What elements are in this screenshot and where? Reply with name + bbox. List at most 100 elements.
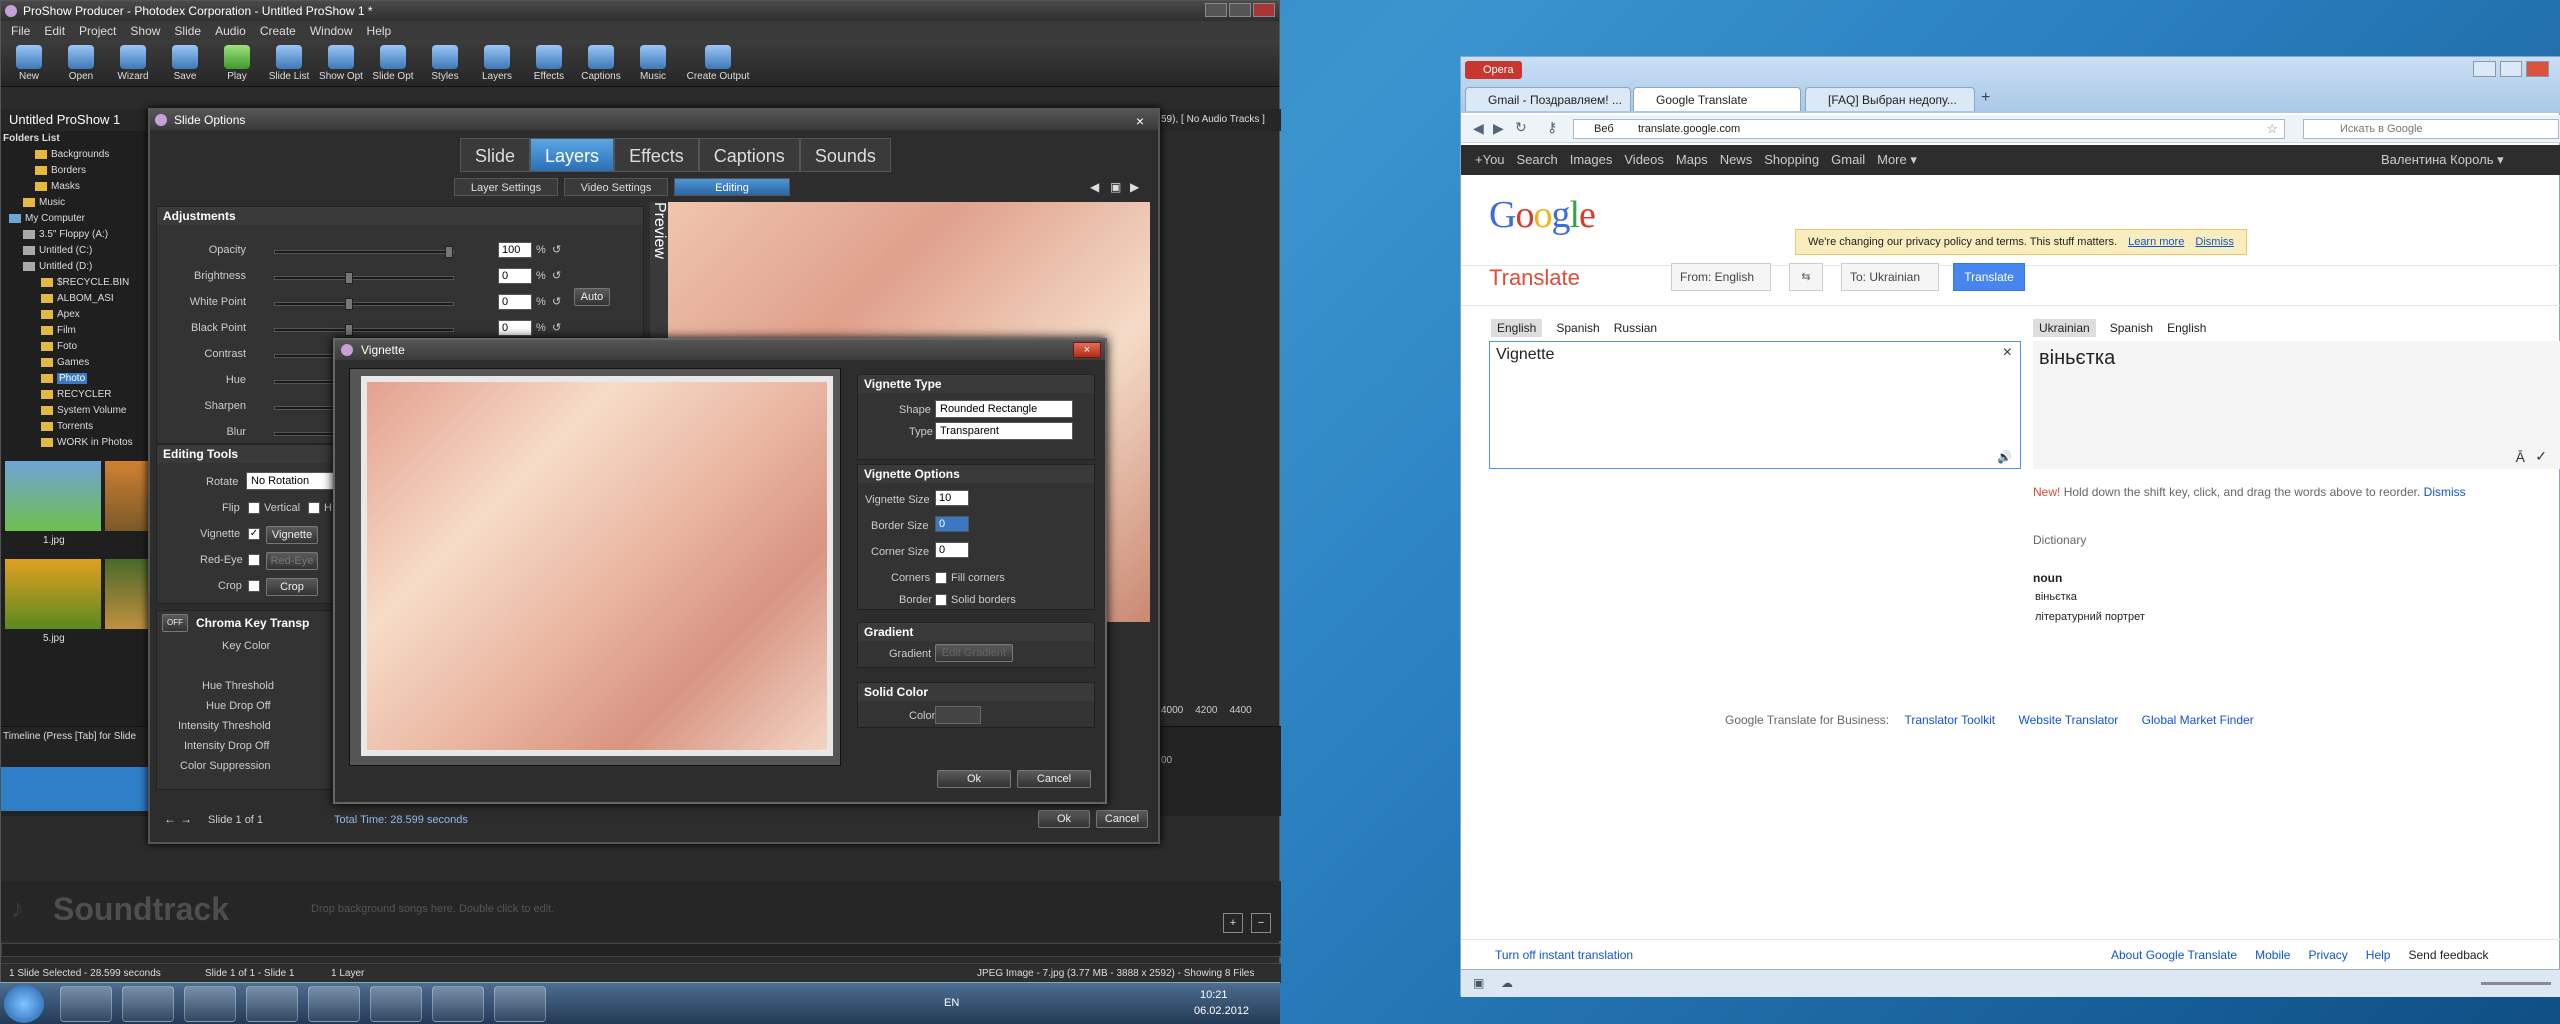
gbar-you[interactable]: +You [1475, 145, 1505, 175]
slide-list-button[interactable]: Slide List [267, 45, 311, 82]
folder-item[interactable]: ALBOM_ASI [41, 291, 150, 307]
subtab-editing[interactable]: Editing [674, 178, 790, 196]
subtab-video-settings[interactable]: Video Settings [564, 178, 668, 196]
folder-item[interactable]: Apex [41, 307, 150, 323]
menu-window[interactable]: Window [310, 21, 353, 41]
folder-item[interactable]: System Volume [41, 403, 150, 419]
menu-audio[interactable]: Audio [215, 21, 246, 41]
crop-button[interactable]: Crop [266, 578, 318, 596]
play-button[interactable]: Play [215, 45, 259, 82]
slider-knob[interactable] [345, 324, 353, 336]
vignette-cancel-button[interactable]: Cancel [1017, 770, 1091, 788]
create-output-button[interactable]: Create Output [683, 45, 753, 82]
soundtrack-area[interactable]: ♪ Soundtrack Drop background songs here.… [1, 881, 1281, 941]
app-taskbar-icon[interactable] [494, 986, 546, 1022]
adjust-slider[interactable] [274, 272, 454, 284]
remove-icon[interactable]: − [1251, 913, 1271, 933]
layout-icon[interactable]: ▣ [1110, 180, 1121, 194]
vignette-ok-button[interactable]: Ok [937, 770, 1011, 788]
speaker-icon[interactable]: 🔊 [1997, 450, 2012, 464]
folder-item[interactable]: Torrents [41, 419, 150, 435]
menu-edit[interactable]: Edit [44, 21, 65, 41]
reset-icon[interactable]: ↺ [552, 321, 561, 334]
send-feedback-button[interactable]: Send feedback [2408, 948, 2488, 962]
gbar-search[interactable]: Search [1517, 145, 1558, 175]
thumbnail-image[interactable] [105, 461, 151, 531]
save-button[interactable]: Save [163, 45, 207, 82]
chroma-toggle[interactable]: OFF [162, 614, 188, 632]
forward-icon[interactable]: ▶ [1493, 120, 1504, 137]
tab-sounds[interactable]: Sounds [799, 138, 891, 172]
dismiss-link[interactable]: Dismiss [2195, 236, 2234, 248]
tab-layers[interactable]: Layers [530, 138, 615, 172]
global-market-finder-link[interactable]: Global Market Finder [2142, 713, 2254, 727]
folder-item[interactable]: Borders [35, 163, 150, 179]
gbar-gmail[interactable]: Gmail [1831, 145, 1865, 175]
dst-lang-spanish[interactable]: Spanish [2110, 319, 2153, 337]
folder-item[interactable]: RECYCLER [41, 387, 150, 403]
thumbnail-image[interactable] [105, 559, 151, 629]
next-arrow-icon[interactable]: ▶ [1130, 180, 1139, 194]
vignette-size-input[interactable]: 10 [935, 490, 969, 506]
ok-button[interactable]: Ok [1038, 810, 1090, 828]
slider-knob[interactable] [345, 298, 353, 310]
maximize-icon[interactable] [1229, 3, 1251, 17]
phonetic-icon[interactable]: Ā [2516, 449, 2525, 465]
minimize-icon[interactable] [1205, 3, 1227, 17]
adjust-value-input[interactable]: 0 [498, 294, 532, 310]
dictionary-entry[interactable]: літературний портрет [2035, 611, 2145, 623]
folder-item[interactable]: Games [41, 355, 150, 371]
maximize-icon[interactable] [2499, 61, 2523, 77]
folder-item[interactable]: $RECYCLE.BIN [41, 275, 150, 291]
folder-item[interactable]: Backgrounds [35, 147, 150, 163]
timeline-slide[interactable] [1, 767, 151, 811]
cancel-button[interactable]: Cancel [1096, 810, 1148, 828]
tab-captions[interactable]: Captions [698, 138, 800, 172]
swap-languages-icon[interactable]: ⇆ [1789, 263, 1823, 291]
star-icon[interactable]: ☆ [2266, 121, 2278, 137]
shape-select[interactable]: Rounded Rectangle [935, 400, 1073, 418]
to-language-select[interactable]: To: Ukrainian [1841, 263, 1939, 291]
website-translator-link[interactable]: Website Translator [2018, 713, 2118, 727]
show-opt-button[interactable]: Show Opt [319, 45, 363, 82]
border-size-input[interactable]: 0 [935, 516, 969, 532]
result-text[interactable]: віньєтка [2039, 347, 2115, 370]
instant-translation-link[interactable]: Turn off instant translation [1495, 948, 1633, 962]
privacy-link[interactable]: Privacy [2308, 948, 2347, 962]
gbar-maps[interactable]: Maps [1676, 145, 1708, 175]
source-textarea[interactable]: Vignette × 🔊 [1489, 341, 2021, 469]
captions-button[interactable]: Captions [579, 45, 623, 82]
reset-icon[interactable]: ↺ [552, 269, 561, 282]
wizard-button[interactable]: Wizard [111, 45, 155, 82]
menu-create[interactable]: Create [260, 21, 296, 41]
show-name[interactable]: Untitled ProShow 1 [9, 112, 120, 127]
new-tab-icon[interactable]: + [1981, 89, 1990, 107]
skype-taskbar-icon[interactable] [308, 986, 360, 1022]
google-logo[interactable]: Google [1489, 193, 1596, 237]
drive-item[interactable]: Untitled (D:) [23, 259, 150, 275]
search-field[interactable]: Искать в Google [2303, 119, 2559, 139]
src-lang-spanish[interactable]: Spanish [1556, 319, 1599, 337]
help-link[interactable]: Help [2366, 948, 2391, 962]
clock-date[interactable]: 06.02.2012 [1194, 1005, 1249, 1017]
menu-slide[interactable]: Slide [174, 21, 201, 41]
panel-toggle-icon[interactable]: ▣ [1473, 976, 1484, 990]
adjust-value-input[interactable]: 100 [498, 242, 532, 258]
slider-knob[interactable] [445, 246, 453, 258]
proshow-titlebar[interactable]: ProShow Producer - Photodex Corporation … [1, 1, 1279, 21]
clock-time[interactable]: 10:21 [1200, 989, 1228, 1001]
redeye-button[interactable]: Red-Eye [266, 552, 318, 570]
about-link[interactable]: About Google Translate [2111, 948, 2237, 962]
adjust-slider[interactable] [274, 324, 454, 336]
solid-borders-checkbox[interactable] [935, 594, 947, 606]
cloud-icon[interactable]: ☁ [1501, 976, 1513, 990]
close-icon[interactable]: × [1136, 111, 1144, 131]
next-slide-icon[interactable]: → [180, 812, 192, 826]
slide-options-titlebar[interactable]: Slide Options × [150, 110, 1158, 130]
flip-vertical-checkbox[interactable] [248, 502, 260, 514]
prev-arrow-icon[interactable]: ◀ [1090, 180, 1099, 194]
tab-slide[interactable]: Slide [460, 138, 531, 172]
auto-button[interactable]: Auto [574, 288, 610, 306]
word-taskbar-icon[interactable] [432, 986, 484, 1022]
color-swatch[interactable] [935, 706, 981, 724]
